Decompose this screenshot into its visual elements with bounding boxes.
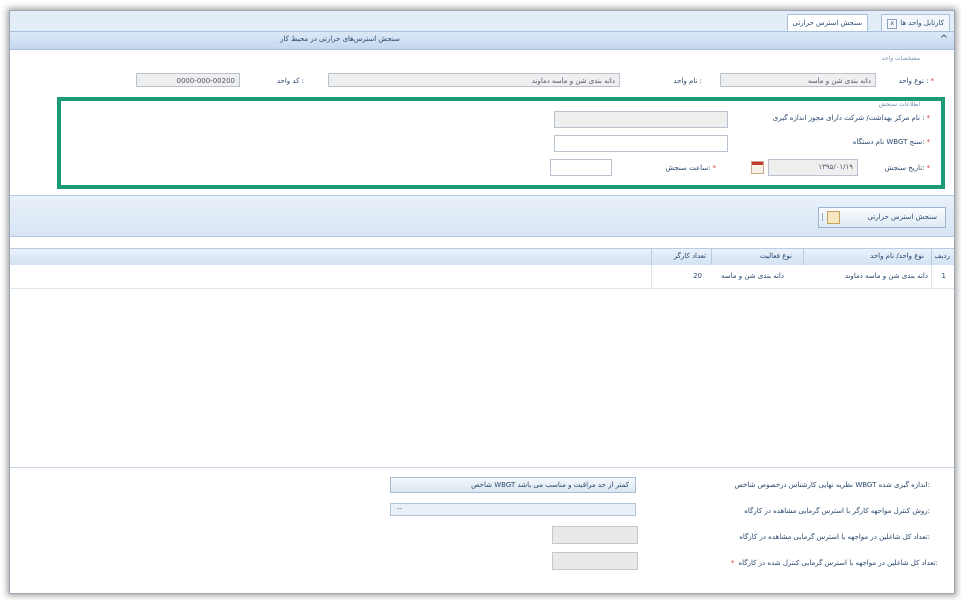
cell-activity: دانه بندی شن و ماسه [721,272,784,280]
app-window: سنجش استرس حرارتی x کارتابل واحد ها سنجش … [9,10,955,594]
label-text: تعداد کل شاغلین در مواجهه با استرس گرمای… [738,559,938,567]
button-label: سنجش استرس حرارتی [867,213,938,221]
center-field[interactable] [554,111,728,128]
controlled-workers-field[interactable] [552,552,638,570]
separator-icon: | [821,212,824,221]
unit-section-legend: مشخصات واحد [881,55,920,62]
date-label: تاریخ سنجش: * [885,164,930,172]
tab-bar: سنجش استرس حرارتی x کارتابل واحد ها [10,11,954,32]
control-method-label: روش کنترل مواجهه کارگر با استرس گرمایی م… [744,507,930,515]
final-opinion-select[interactable]: شاخص WBGT کمتر از حد مراقبت و مناسب می ب… [390,477,636,493]
column-header-activity[interactable]: نوع فعالیت [760,252,792,260]
add-heat-stress-button[interactable]: | سنجش استرس حرارتی [818,207,946,228]
date-field[interactable]: ۱۳۹۵/۰۱/۱۹ [768,159,858,176]
close-icon[interactable]: x [887,19,898,29]
cell-unit: دانه بندی شن و ماسه دماوند [844,272,928,280]
label-text: تاریخ سنجش: [884,164,925,172]
required-marker: * [926,138,931,146]
page-title: سنجش استرس‌های حرارتی در محیط کار [280,35,400,43]
calendar-icon[interactable] [751,161,764,174]
column-divider [651,249,652,265]
table-row[interactable]: 1 دانه بندی شن و ماسه دماوند دانه بندی ش… [10,265,954,289]
observed-workers-label: تعداد کل شاغلین در مواجهه با استرس گرمای… [739,533,930,541]
column-header-unit[interactable]: نوع واحد/ نام واحد [870,252,924,260]
unit-code-label: کد واحد : [276,77,304,85]
tab-units-cartable[interactable]: x کارتابل واحد ها [881,14,950,31]
grid-toolbar: | سنجش استرس حرارتی [10,195,954,237]
column-header-index[interactable]: ردیف [934,252,950,260]
required-marker: * [926,114,931,122]
column-header-workers[interactable]: تعداد کارگر [674,252,706,260]
controlled-workers-label: * تعداد کل شاغلین در مواجهه با استرس گرما… [731,559,938,567]
observed-workers-field[interactable] [552,526,638,544]
time-field[interactable] [550,159,612,176]
unit-name-field[interactable]: دانه بندی شن و ماسه دماوند [328,73,620,87]
device-label: نام دستگاه WBGT سنج: * [853,138,930,146]
collapse-chevron-icon[interactable]: ^ [940,34,948,45]
cell-workers: 20 [693,272,702,280]
unit-type-field[interactable]: دانه بندی شن و ماسه [720,73,876,87]
column-divider [711,249,712,265]
unit-code-field[interactable]: 0000-000-00200 [136,73,240,87]
required-marker: * [730,559,735,567]
column-divider [651,265,652,288]
label-text: ساعت سنجش: [665,164,711,172]
center-label: نام مرکز بهداشت/ شرکت دارای مجوز اندازه … [773,114,930,122]
device-field[interactable] [554,135,728,152]
unit-name-label: نام واحد : [673,77,702,85]
tab-label: سنجش استرس حرارتی [792,19,863,27]
grid-header: ردیف نوع واحد/ نام واحد نوع فعالیت تعداد… [10,248,954,266]
add-record-icon [827,211,840,224]
control-method-field[interactable]: -- [390,503,636,516]
tab-heat-stress[interactable]: سنجش استرس حرارتی [786,14,868,31]
section-divider [10,467,954,468]
cell-index: 1 [941,272,946,280]
required-marker: * [712,164,717,172]
label-text: نوع واحد : [898,77,929,85]
column-divider [931,249,932,265]
required-marker: * [926,164,931,172]
required-marker: * [930,77,935,85]
tab-label: کارتابل واحد ها [900,19,944,27]
time-label: ساعت سنجش: * [665,164,716,172]
label-text: نام دستگاه WBGT سنج: [852,138,925,146]
column-divider [931,265,932,288]
unit-type-label: نوع واحد : * [899,77,934,85]
final-opinion-label: نظریه نهایی کارشناس درخصوص شاخص WBGT اند… [734,481,930,489]
column-divider [803,249,804,265]
label-text: نام مرکز بهداشت/ شرکت دارای مجوز اندازه … [772,114,925,122]
panel-header: سنجش استرس‌های حرارتی در محیط کار ^ [10,32,954,50]
